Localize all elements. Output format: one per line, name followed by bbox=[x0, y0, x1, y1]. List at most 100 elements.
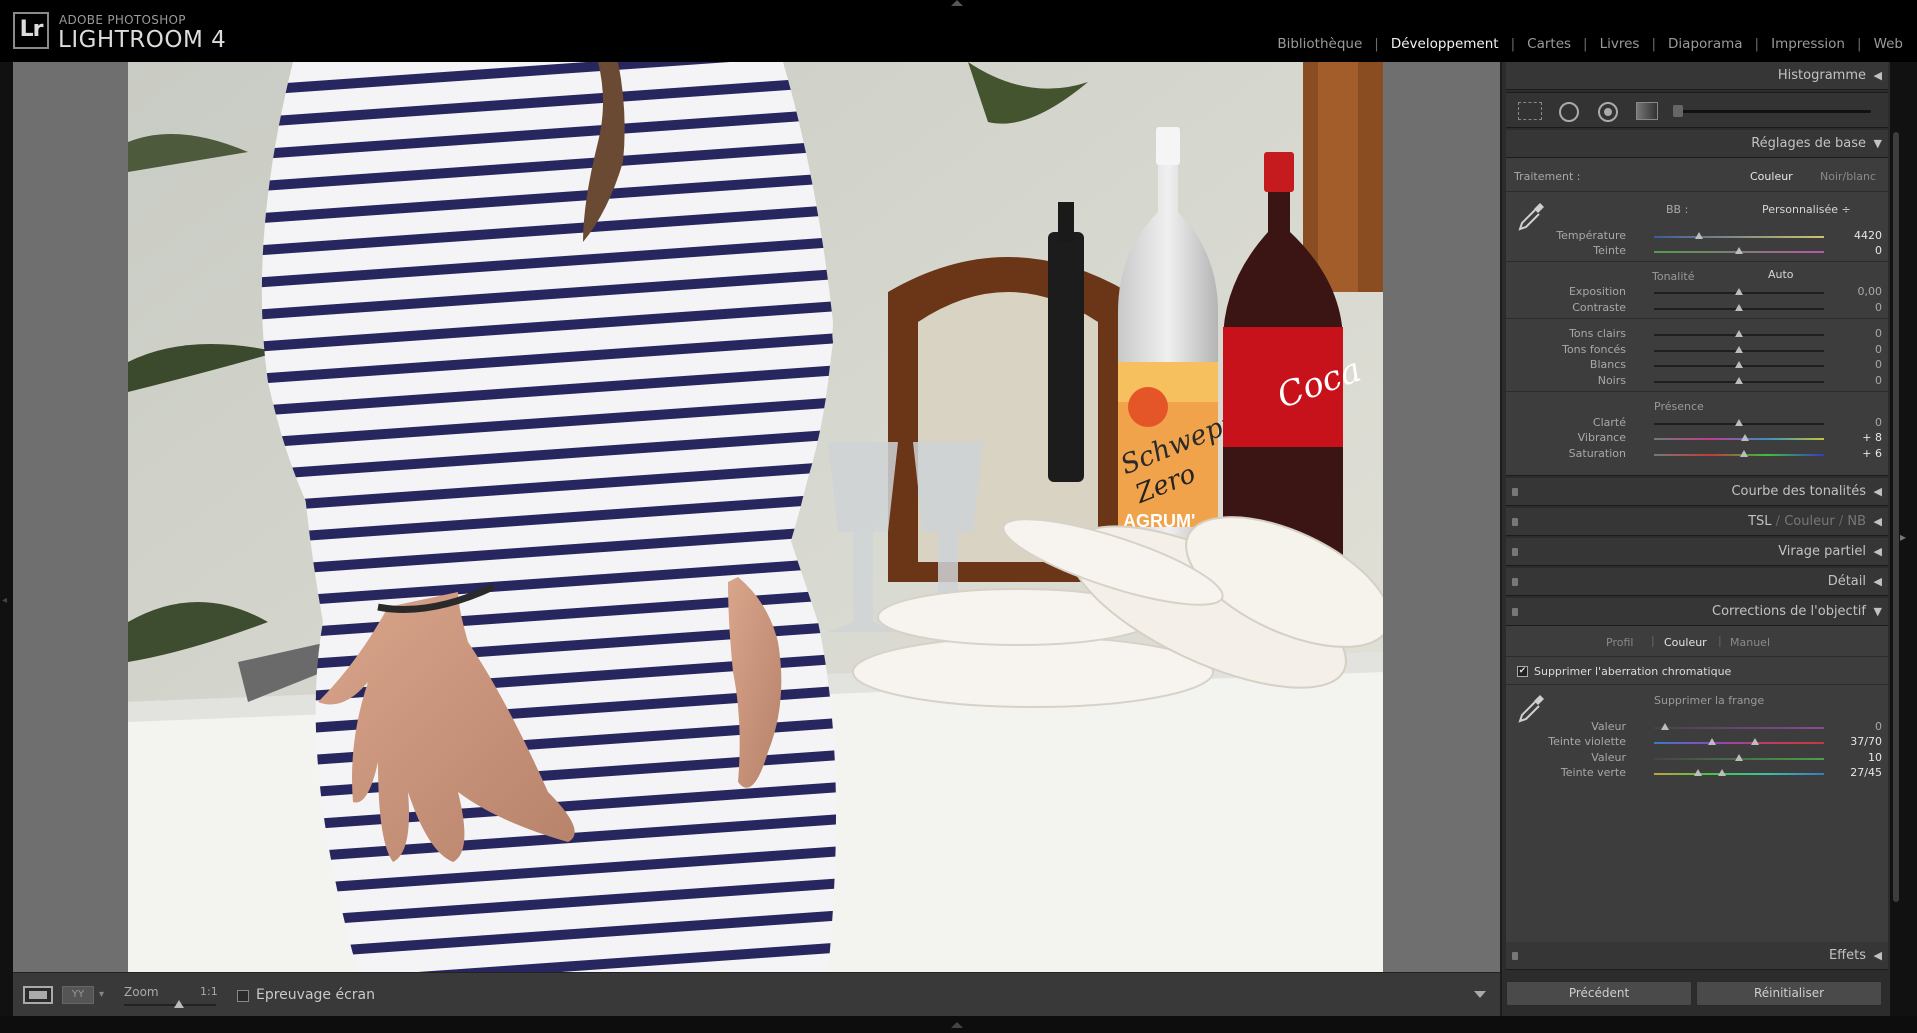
treatment-color-option[interactable]: Couleur bbox=[1750, 170, 1793, 183]
panel-lens-header[interactable]: Corrections de l'objectif ▼ bbox=[1506, 598, 1888, 626]
crop-overlay-icon[interactable] bbox=[1518, 102, 1542, 120]
wb-preset-select[interactable]: Personnalisée ÷ bbox=[1762, 203, 1851, 216]
green-amount-value[interactable]: 10 bbox=[1842, 751, 1882, 764]
graduated-filter-icon[interactable] bbox=[1636, 102, 1658, 120]
blacks-thumb[interactable] bbox=[1735, 377, 1743, 384]
vibrance-thumb[interactable] bbox=[1741, 434, 1749, 441]
zoom-slider-track[interactable] bbox=[124, 1004, 216, 1006]
vibrance-slider[interactable] bbox=[1654, 438, 1824, 440]
temperature-slider[interactable] bbox=[1654, 236, 1824, 238]
toolbar-options-chevron-icon[interactable] bbox=[1474, 991, 1486, 998]
panel-basic-header[interactable]: Réglages de base ▼ bbox=[1506, 130, 1888, 158]
purple-amount-value[interactable]: 0 bbox=[1842, 720, 1882, 733]
soft-proof-label[interactable]: Epreuvage écran bbox=[256, 987, 375, 1003]
photo[interactable]: Schweppes Zero AGRUM' Coca bbox=[128, 62, 1383, 972]
lens-tab-color[interactable]: Couleur bbox=[1664, 636, 1707, 649]
panel-histogram-header[interactable]: Histogramme ◀ bbox=[1506, 62, 1888, 90]
module-web[interactable]: Web bbox=[1862, 36, 1903, 52]
contrast-value[interactable]: 0 bbox=[1842, 301, 1882, 314]
right-panel-scrollbar[interactable] bbox=[1893, 132, 1899, 902]
left-panel-toggle-icon[interactable]: ◂ bbox=[2, 595, 7, 606]
spot-removal-icon[interactable] bbox=[1559, 102, 1579, 122]
compare-view-icon[interactable]: YY bbox=[62, 986, 94, 1004]
collapse-down-icon[interactable]: ▼ bbox=[1874, 137, 1882, 150]
exposure-value[interactable]: 0,00 bbox=[1842, 285, 1883, 298]
module-develop[interactable]: Développement bbox=[1379, 36, 1511, 52]
exposure-thumb[interactable] bbox=[1735, 288, 1743, 295]
module-map[interactable]: Cartes bbox=[1515, 36, 1583, 52]
green-hue-thumb-right[interactable] bbox=[1718, 769, 1726, 776]
green-hue-slider[interactable] bbox=[1654, 773, 1824, 775]
left-panel-gutter[interactable]: ◂ bbox=[0, 62, 13, 1022]
hsl-bw-tab[interactable]: NB bbox=[1847, 514, 1866, 529]
collapse-left-icon[interactable]: ◀ bbox=[1874, 69, 1882, 82]
collapse-down-icon[interactable]: ▼ bbox=[1874, 605, 1882, 618]
purple-hue-thumb-left[interactable] bbox=[1708, 738, 1716, 745]
previous-settings-button[interactable]: Précédent bbox=[1506, 981, 1692, 1006]
image-view[interactable]: Schweppes Zero AGRUM' Coca bbox=[13, 62, 1500, 972]
hsl-color-tab[interactable]: Couleur bbox=[1784, 514, 1834, 529]
zoom-slider-thumb[interactable] bbox=[174, 1000, 184, 1008]
shadows-thumb[interactable] bbox=[1735, 346, 1743, 353]
lens-tab-manual[interactable]: Manuel bbox=[1730, 636, 1770, 649]
clarity-thumb[interactable] bbox=[1735, 419, 1743, 426]
collapse-left-icon[interactable]: ◀ bbox=[1874, 545, 1882, 558]
adjustment-brush-slider[interactable] bbox=[1676, 110, 1871, 113]
tint-value[interactable]: 0 bbox=[1842, 244, 1882, 257]
panel-detail-header[interactable]: Détail ◀ bbox=[1506, 568, 1888, 596]
lens-tab-profile[interactable]: Profil bbox=[1606, 636, 1633, 649]
collapse-left-icon[interactable]: ◀ bbox=[1874, 949, 1882, 962]
top-panel-toggle-icon[interactable] bbox=[951, 0, 963, 6]
tone-auto-button[interactable]: Auto bbox=[1768, 268, 1794, 281]
whites-value[interactable]: 0 bbox=[1842, 358, 1882, 371]
panel-switch-icon[interactable] bbox=[1512, 548, 1518, 556]
purple-hue-value[interactable]: 37/70 bbox=[1842, 735, 1882, 748]
right-panel-toggle-icon[interactable]: ▸ bbox=[1900, 530, 1906, 544]
vibrance-value[interactable]: + 8 bbox=[1842, 431, 1882, 444]
panel-switch-icon[interactable] bbox=[1512, 488, 1518, 496]
module-print[interactable]: Impression bbox=[1759, 36, 1857, 52]
panel-switch-icon[interactable] bbox=[1512, 518, 1518, 526]
highlights-thumb[interactable] bbox=[1735, 330, 1743, 337]
panel-switch-icon[interactable] bbox=[1512, 608, 1518, 616]
green-hue-value[interactable]: 27/45 bbox=[1842, 766, 1882, 779]
treatment-bw-option[interactable]: Noir/blanc bbox=[1820, 170, 1876, 183]
red-eye-icon[interactable] bbox=[1598, 102, 1618, 122]
module-library[interactable]: Bibliothèque bbox=[1265, 36, 1374, 52]
collapse-left-icon[interactable]: ◀ bbox=[1874, 485, 1882, 498]
collapse-left-icon[interactable]: ◀ bbox=[1874, 515, 1882, 528]
saturation-value[interactable]: + 6 bbox=[1842, 447, 1882, 460]
purple-amount-thumb[interactable] bbox=[1661, 723, 1669, 730]
module-book[interactable]: Livres bbox=[1588, 36, 1652, 52]
panel-hsl-header[interactable]: TSL / Couleur / NB ◀ bbox=[1506, 508, 1888, 536]
panel-switch-icon[interactable] bbox=[1512, 952, 1518, 960]
purple-hue-thumb-right[interactable] bbox=[1751, 738, 1759, 745]
temperature-thumb[interactable] bbox=[1695, 232, 1703, 239]
blacks-value[interactable]: 0 bbox=[1842, 374, 1882, 387]
green-hue-thumb-left[interactable] bbox=[1694, 769, 1702, 776]
tint-thumb[interactable] bbox=[1735, 247, 1743, 254]
remove-ca-label[interactable]: Supprimer l'aberration chromatique bbox=[1534, 665, 1731, 678]
purple-amount-slider[interactable] bbox=[1654, 727, 1824, 729]
panel-tone-curve-header[interactable]: Courbe des tonalités ◀ bbox=[1506, 478, 1888, 506]
clarity-value[interactable]: 0 bbox=[1842, 416, 1882, 429]
panel-split-toning-header[interactable]: Virage partiel ◀ bbox=[1506, 538, 1888, 566]
soft-proof-checkbox[interactable] bbox=[237, 990, 249, 1002]
saturation-thumb[interactable] bbox=[1740, 450, 1748, 457]
temperature-value[interactable]: 4420 bbox=[1842, 229, 1882, 242]
purple-hue-slider[interactable] bbox=[1654, 742, 1824, 744]
adjustment-brush-knob[interactable] bbox=[1673, 105, 1683, 117]
reset-button[interactable]: Réinitialiser bbox=[1696, 981, 1882, 1006]
loupe-view-icon[interactable] bbox=[23, 986, 53, 1004]
shadows-value[interactable]: 0 bbox=[1842, 343, 1882, 356]
contrast-thumb[interactable] bbox=[1735, 304, 1743, 311]
filmstrip-toggle-icon[interactable] bbox=[951, 1022, 963, 1028]
module-slideshow[interactable]: Diaporama bbox=[1656, 36, 1755, 52]
saturation-slider[interactable] bbox=[1654, 454, 1824, 456]
panel-effects-header[interactable]: Effets ◀ bbox=[1506, 942, 1888, 970]
green-amount-thumb[interactable] bbox=[1735, 754, 1743, 761]
highlights-value[interactable]: 0 bbox=[1842, 327, 1882, 340]
whites-thumb[interactable] bbox=[1735, 361, 1743, 368]
chevron-down-icon[interactable]: ▾ bbox=[99, 989, 104, 1007]
panel-switch-icon[interactable] bbox=[1512, 578, 1518, 586]
